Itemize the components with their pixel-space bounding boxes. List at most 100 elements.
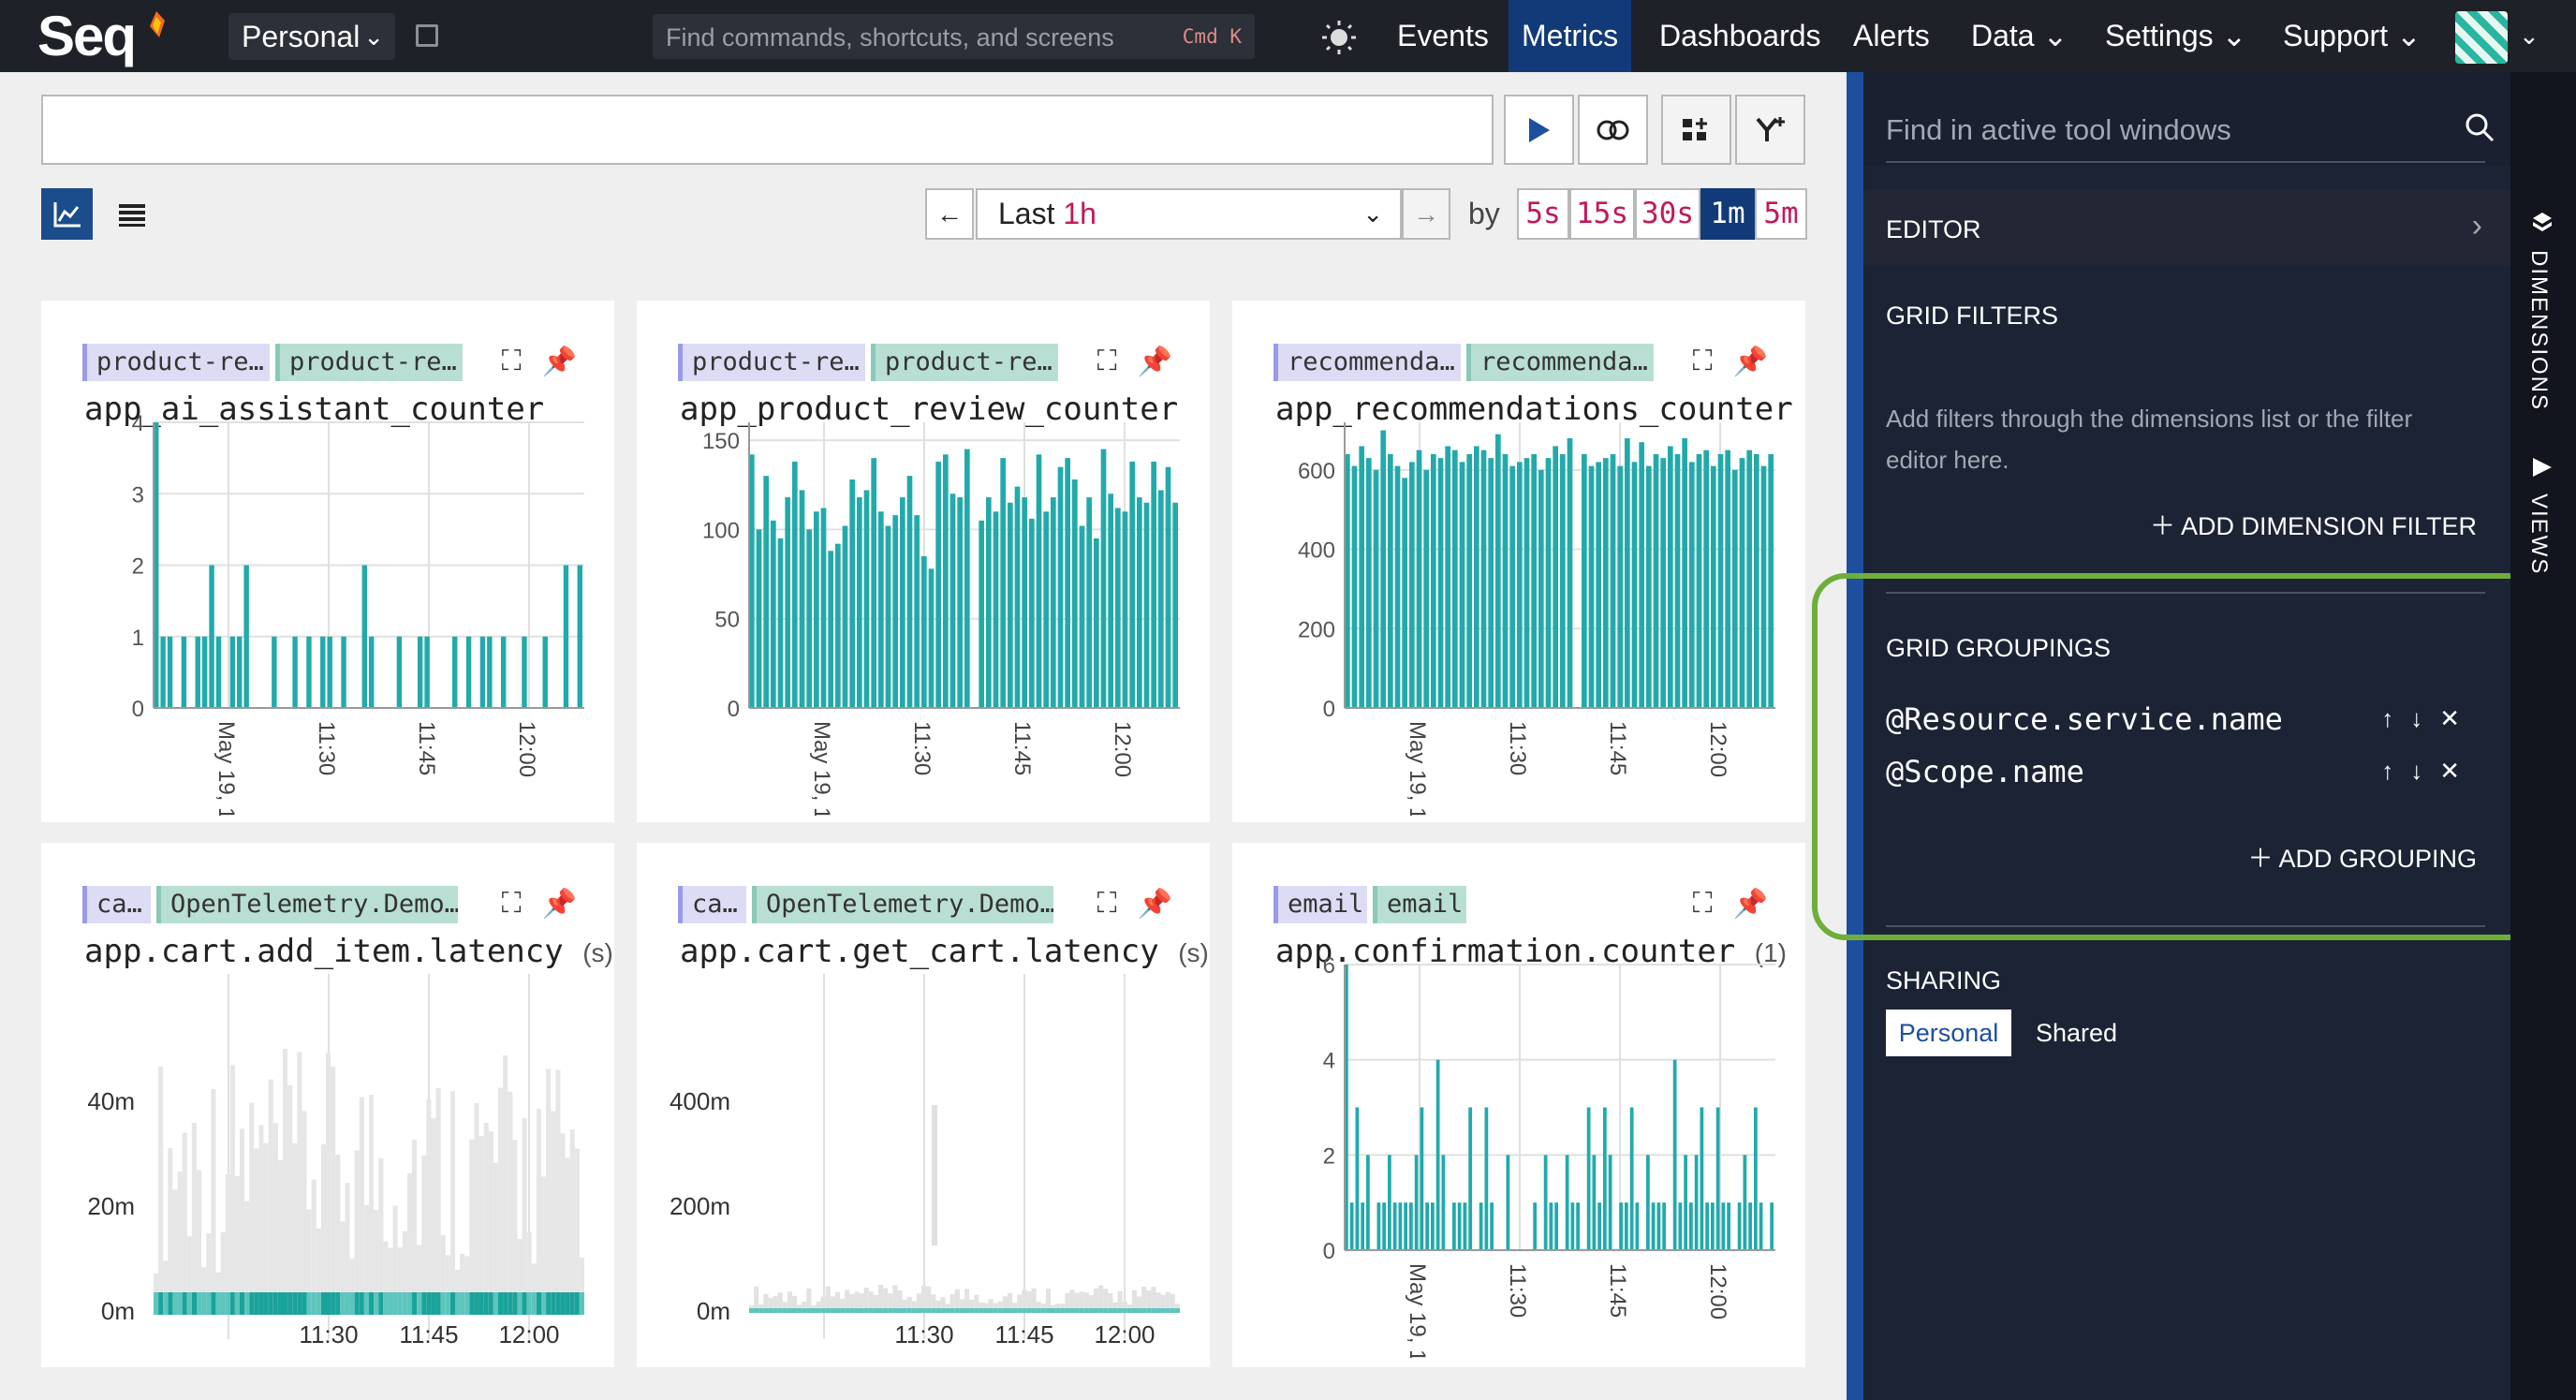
heat-cell: [1094, 1308, 1099, 1313]
bar: [1689, 1202, 1693, 1250]
chevron-down-icon: ⌄: [363, 22, 384, 51]
granularity-5s[interactable]: 5s: [1517, 188, 1569, 240]
heat-cell: [1098, 1285, 1104, 1311]
y-tick-label: 40m: [87, 1087, 135, 1115]
heat-cell: [412, 1140, 418, 1311]
tag[interactable]: OpenTelemetry.Demo…: [752, 886, 1053, 923]
expand-icon[interactable]: ⛶: [1693, 888, 1713, 921]
bar: [1656, 1202, 1661, 1250]
heat-cell: [474, 1292, 479, 1315]
nav-settings[interactable]: Settings ⌄: [2092, 0, 2260, 72]
bar: [949, 494, 956, 708]
y-tick-label: 600: [1298, 459, 1335, 484]
heat-cell: [541, 1292, 547, 1315]
nav-metrics[interactable]: Metrics: [1509, 0, 1632, 72]
share-shared-button[interactable]: Shared: [2036, 1009, 2117, 1056]
heat-cell: [369, 1094, 375, 1311]
heat-cell: [787, 1291, 792, 1311]
metrics-query-input[interactable]: [41, 95, 1494, 165]
add-dimension-filter-button[interactable]: ＋ ADD DIMENSION FILTER: [2150, 506, 2477, 542]
seq-logo[interactable]: Seq: [37, 4, 137, 68]
pin-icon[interactable]: 📌: [542, 346, 577, 378]
granularity-15s[interactable]: 15s: [1569, 188, 1635, 240]
heat-cell: [421, 1155, 427, 1311]
nav-support[interactable]: Support ⌄: [2270, 0, 2435, 72]
heat-cell: [964, 1289, 970, 1311]
expand-icon[interactable]: ⛶: [1097, 888, 1117, 921]
nav-alerts[interactable]: Alerts: [1840, 0, 1943, 72]
run-query-button[interactable]: [1504, 95, 1574, 165]
tag[interactable]: product-re…: [275, 344, 463, 381]
tag[interactable]: product-re…: [678, 344, 865, 381]
heat-cell: [474, 1102, 479, 1311]
tag[interactable]: recommenda…: [1466, 344, 1654, 381]
bar: [1431, 1202, 1435, 1250]
granularity-5m[interactable]: 5m: [1755, 188, 1807, 240]
range-forward-button[interactable]: →: [1402, 188, 1450, 240]
bar: [1366, 458, 1372, 708]
bar: [935, 461, 941, 708]
highlight-frame: [1812, 573, 2542, 940]
heat-cell: [555, 1292, 561, 1315]
user-avatar[interactable]: [2455, 11, 2508, 64]
tag[interactable]: ca…: [82, 886, 151, 923]
tool-window-search[interactable]: Find in active tool windows: [1863, 72, 2510, 166]
workspace-selector[interactable]: Personal ⌄: [228, 13, 395, 60]
add-to-dashboard-button[interactable]: [1661, 95, 1731, 165]
heat-cell: [191, 1292, 197, 1315]
nav-data[interactable]: Data ⌄: [1958, 0, 2081, 72]
heat-cell: [412, 1292, 418, 1315]
bar: [487, 636, 493, 708]
heat-cell: [483, 1292, 489, 1315]
nav-events[interactable]: Events: [1384, 0, 1502, 72]
pin-icon[interactable]: 📌: [1733, 888, 1768, 921]
command-search-input[interactable]: Find commands, shortcuts, and screens Cm…: [653, 14, 1255, 59]
bar: [914, 515, 920, 708]
expand-icon[interactable]: ⛶: [502, 346, 522, 378]
bar: [1409, 462, 1415, 708]
nav-dashboards[interactable]: Dashboards: [1646, 0, 1834, 72]
heat-cell: [574, 1148, 580, 1311]
granularity-1m[interactable]: 1m: [1700, 188, 1755, 240]
heat-cell: [565, 1157, 570, 1311]
refresh-link-button[interactable]: [1578, 95, 1648, 165]
x-tick-label: 11:30: [1505, 721, 1530, 775]
tag[interactable]: email: [1373, 886, 1466, 923]
bar: [1760, 465, 1767, 708]
share-personal-button[interactable]: Personal: [1886, 1009, 2011, 1056]
expand-icon[interactable]: ⛶: [1693, 346, 1713, 378]
granularity-30s[interactable]: 30s: [1635, 188, 1700, 240]
pin-icon[interactable]: 📌: [1138, 888, 1172, 921]
tag[interactable]: product-re…: [82, 344, 270, 381]
tag[interactable]: ca…: [678, 886, 746, 923]
editor-section-toggle[interactable]: EDITOR ›: [1863, 189, 2510, 266]
time-range-select[interactable]: Last 1h ⌄: [976, 188, 1402, 240]
pin-icon[interactable]: 📌: [1138, 346, 1172, 378]
tag[interactable]: email: [1273, 886, 1367, 923]
views-tab[interactable]: VIEWS: [2525, 494, 2552, 575]
heat-cell: [1131, 1289, 1137, 1311]
pin-icon[interactable]: 📌: [542, 888, 577, 921]
table-view-toggle[interactable]: [106, 188, 157, 240]
theme-toggle-icon[interactable]: [1320, 19, 1358, 56]
bar: [1727, 1202, 1730, 1250]
tag[interactable]: recommenda…: [1273, 344, 1461, 381]
heat-cell: [363, 1292, 369, 1315]
tag[interactable]: product-re…: [871, 344, 1058, 381]
expand-icon[interactable]: ⛶: [502, 888, 522, 921]
tag[interactable]: OpenTelemetry.Demo…: [156, 886, 458, 923]
heat-cell: [1098, 1308, 1104, 1313]
pin-icon[interactable]: 📌: [1733, 346, 1768, 378]
chevron-down-icon[interactable]: ⌄: [2519, 0, 2539, 72]
heat-cell: [1026, 1308, 1032, 1313]
save-icon[interactable]: [416, 24, 438, 47]
dimensions-tab[interactable]: DIMENSIONS: [2525, 250, 2552, 411]
chart-view-toggle[interactable]: [41, 188, 93, 240]
expand-icon[interactable]: ⛶: [1097, 346, 1117, 378]
heat-cell: [1117, 1290, 1123, 1311]
add-filter-button[interactable]: [1735, 95, 1805, 165]
bar: [1689, 462, 1695, 708]
range-back-button[interactable]: ←: [925, 188, 974, 240]
heat-cell: [1146, 1308, 1152, 1313]
metric-card: product-re… product-re… ⛶ 📌 app_product_…: [637, 301, 1210, 822]
